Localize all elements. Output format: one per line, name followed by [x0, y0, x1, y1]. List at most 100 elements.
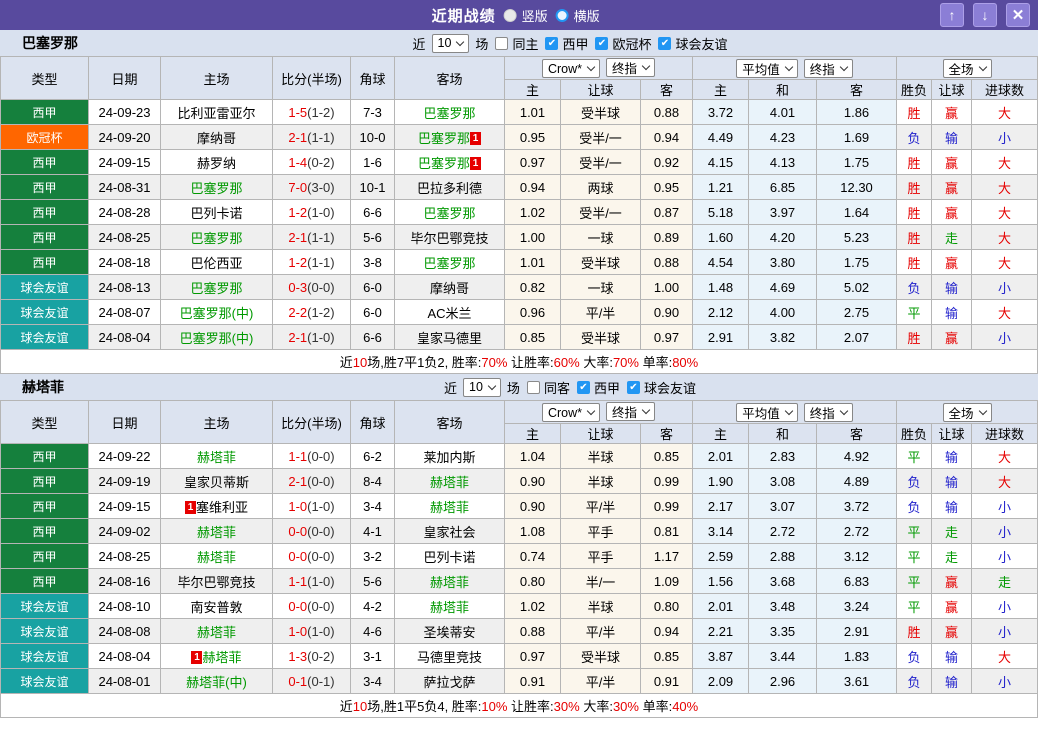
halftime-score: (0-2): [307, 154, 335, 170]
team-text: 赫塔菲: [429, 599, 469, 615]
league-filter-checkbox[interactable]: ✔: [658, 36, 672, 50]
average-odds-cell: 4.89: [816, 468, 898, 494]
section-header: 赫塔菲 近 10 场同客 ✔ 西甲 ✔ 球会友谊: [0, 374, 1038, 400]
recent-count-select[interactable]: 10: [431, 33, 470, 53]
summary-text: 10: [352, 355, 368, 370]
result-cell: 大: [971, 149, 1038, 175]
away-team-cell: 巴塞罗那: [394, 199, 505, 225]
crow-company-select[interactable]: Crow*: [541, 59, 601, 79]
section-header: 巴塞罗那 近 10 场同主 ✔ 西甲 ✔ 欧冠杯 ✔ 球会友谊: [0, 30, 1038, 56]
crow-odds-cell: 0.80: [504, 568, 561, 594]
away-team-cell: 皇家社会: [394, 518, 505, 544]
halftime-score: (1-0): [307, 573, 335, 589]
crow-odds-cell: 0.92: [639, 149, 694, 175]
result-cell: 走: [931, 543, 973, 569]
result-cell: 大: [971, 249, 1038, 275]
average-odds-cell: 3.97: [748, 199, 818, 225]
average-odds-cell: 4.20: [748, 224, 818, 250]
result-text: 小: [998, 280, 1012, 296]
league-cell: 西甲: [0, 224, 89, 250]
halftime-score: (0-1): [307, 673, 335, 689]
same-venue-checkbox[interactable]: [526, 380, 540, 394]
result-cell: 小: [971, 593, 1038, 619]
league-filter-checkbox[interactable]: ✔: [576, 380, 590, 394]
crow-company-select[interactable]: Crow*: [541, 403, 601, 423]
home-team-cell: 皇家贝蒂斯: [160, 468, 273, 494]
league-cell: 西甲: [0, 149, 89, 175]
summary-text: 近: [339, 699, 353, 714]
move-down-button[interactable]: ↓: [973, 3, 997, 27]
average-odds-cell: 2.01: [692, 443, 750, 469]
team-label: 赫塔菲: [430, 575, 469, 590]
crow-odds-cell: 1.04: [504, 443, 561, 469]
summary-text: 30%: [553, 699, 580, 714]
corner-cell: 3-4: [350, 493, 395, 519]
crow-odds-cell: 0.90: [639, 299, 694, 325]
team-name: 巴塞罗那: [22, 35, 78, 51]
corner-cell: 4-1: [350, 518, 395, 544]
team-label: 比利亚雷亚尔: [177, 106, 255, 121]
score-cell: 1-4(0-2): [272, 149, 351, 175]
crow-final-select[interactable]: 终指: [606, 401, 656, 421]
crow-final-select[interactable]: 终指: [606, 57, 656, 77]
result-cell: 赢: [931, 249, 973, 275]
fulltime-score: 0-3: [288, 279, 308, 295]
team-label: 摩纳哥: [197, 131, 236, 146]
result-text: 大: [998, 105, 1012, 121]
table-head: 类型 日期 主场 比分(半场) 角球 客场 Crow* 终指 平均值 终指 全场主让球客主和客胜负让…: [0, 400, 1038, 444]
team-text: 巴塞罗那: [417, 130, 470, 146]
average-final-select[interactable]: 终指: [803, 402, 853, 422]
league-cell: 西甲: [0, 493, 89, 519]
same-venue-label: 同主: [512, 36, 539, 52]
corner-cell: 6-6: [350, 324, 395, 350]
average-odds-cell: 3.61: [816, 668, 898, 694]
team-text: 赫塔菲: [202, 649, 242, 665]
league-filter-checkbox[interactable]: ✔: [595, 36, 609, 50]
column-header: 类型: [0, 400, 89, 444]
home-team-cell: 毕尔巴鄂竞技: [160, 568, 273, 594]
league-filter-checkbox[interactable]: ✔: [626, 380, 640, 394]
scope-select[interactable]: 全场: [942, 58, 992, 78]
average-final-select[interactable]: 终指: [803, 58, 853, 78]
average-odds-cell: 3.48: [748, 593, 818, 619]
result-cell: 小: [971, 124, 1038, 150]
scope-select[interactable]: 全场: [942, 402, 992, 422]
table-body: 西甲 24-09-23 比利亚雷亚尔 1-5(1-2) 7-3 巴塞罗那 1.01 受半球 0.…: [0, 99, 1038, 374]
summary-text: 10: [352, 699, 368, 714]
average-select[interactable]: 平均值: [736, 58, 798, 78]
close-button[interactable]: ✕: [1006, 3, 1030, 27]
column-header: 主场: [160, 56, 273, 100]
chevron-down-icon: [978, 62, 987, 71]
crow-odds-cell: 1.08: [504, 518, 561, 544]
same-venue-checkbox[interactable]: [495, 36, 509, 50]
team-label: 赫塔菲(中): [186, 675, 247, 690]
crow-odds-cell: 0.91: [504, 668, 561, 694]
result-cell: 赢: [931, 324, 973, 350]
result-cell: 小: [971, 543, 1038, 569]
date-cell: 24-08-16: [88, 568, 161, 594]
score-cell: 1-1(1-0): [272, 568, 351, 594]
sub-header: 让球: [560, 423, 641, 444]
halftime-score: (0-0): [307, 598, 335, 614]
result-text: 输: [945, 305, 959, 321]
layout-horizontal-radio[interactable]: [555, 8, 569, 22]
result-cell: 输: [931, 274, 973, 300]
date-cell: 24-08-04: [88, 643, 161, 669]
league-filter-checkbox[interactable]: ✔: [545, 36, 559, 50]
layout-vertical-radio[interactable]: [503, 8, 517, 22]
team-label: 巴列卡诺: [423, 550, 475, 565]
crow-odds-cell: 0.85: [504, 324, 561, 350]
table-body: 西甲 24-09-22 赫塔菲 1-1(0-0) 6-2 莱加内斯 1.04 半球 0.85 2.…: [0, 443, 1038, 718]
away-team-cell: 巴列卡诺: [394, 543, 505, 569]
recent-count-select[interactable]: 10: [463, 377, 501, 397]
date-cell: 24-09-15: [88, 493, 161, 519]
crow-odds-cell: 平手: [560, 543, 641, 569]
team-text: 塞维利亚: [195, 499, 248, 515]
fulltime-score: 0-1: [288, 673, 308, 689]
average-odds-cell: 1.90: [692, 468, 750, 494]
crow-odds-cell: 0.99: [639, 493, 694, 519]
date-cell: 24-09-23: [88, 99, 161, 125]
move-up-button[interactable]: ↑: [940, 3, 964, 27]
result-cell: 平: [896, 593, 933, 619]
average-select[interactable]: 平均值: [736, 402, 798, 422]
